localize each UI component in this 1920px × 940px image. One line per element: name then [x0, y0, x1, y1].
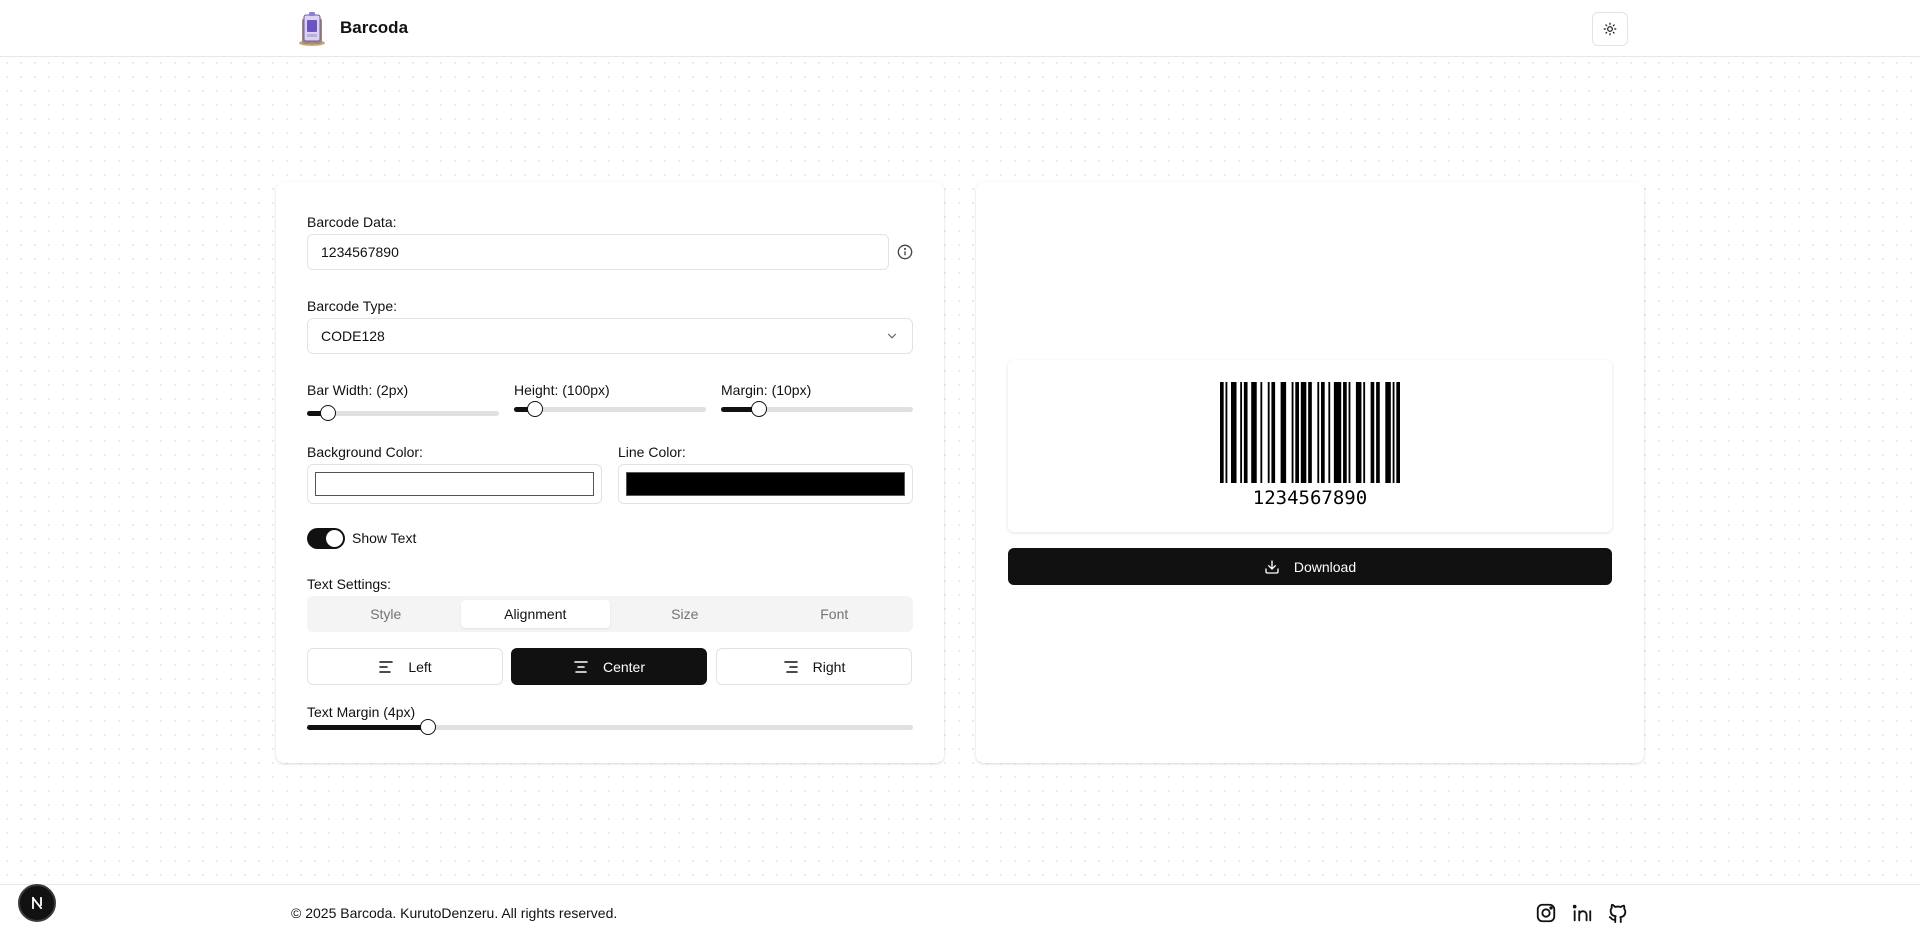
theme-toggle-button[interactable] [1592, 12, 1628, 46]
brand-name: Barcoda [340, 18, 409, 37]
slider-thumb[interactable] [420, 719, 437, 735]
barcode-bar [1240, 382, 1243, 483]
nextjs-icon [31, 896, 43, 910]
align-center-label: Center [602, 658, 646, 675]
barcode-bar [1317, 382, 1320, 483]
download-label: Download [1293, 558, 1357, 575]
tab-font[interactable]: Font [760, 600, 910, 628]
margin-slider[interactable] [721, 401, 913, 417]
barcode-bar [1280, 382, 1287, 483]
slider-fill [307, 725, 429, 730]
barcode-scanner-logo [296, 10, 328, 46]
text-settings-label: Text Settings: [307, 576, 392, 592]
brand[interactable]: Barcoda [296, 10, 408, 46]
barcode-type-select[interactable]: CODE128 [307, 318, 913, 354]
barcode-bar [1243, 382, 1248, 483]
barcode-bar [1308, 382, 1312, 483]
line-color-swatch [626, 472, 905, 496]
align-right-button[interactable]: Right [716, 648, 912, 685]
align-center-button[interactable]: Center [511, 648, 707, 685]
barcode-bar [1392, 382, 1395, 483]
align-left-icon [379, 660, 394, 673]
slider-thumb[interactable] [751, 401, 768, 417]
align-right-icon [783, 660, 798, 673]
barcode-text: 1234567890 [1252, 487, 1368, 509]
barcode-bar [1363, 382, 1366, 483]
slider-thumb[interactable] [320, 405, 337, 421]
download-button[interactable]: Download [1008, 548, 1612, 585]
nextjs-badge[interactable] [18, 884, 56, 922]
linkedin-icon[interactable] [1571, 902, 1593, 924]
bar-width-label: Bar Width: (2px) [307, 382, 409, 398]
slider-thumb[interactable] [527, 401, 544, 417]
align-left-label: Left [408, 658, 432, 675]
barcode-bar [1385, 382, 1391, 483]
barcode-bar [1348, 382, 1351, 483]
barcode-data-input[interactable]: 1234567890 [307, 234, 889, 270]
line-color-picker[interactable] [618, 464, 913, 504]
line-color-label: Line Color: [618, 444, 686, 460]
background-color-swatch [315, 472, 594, 496]
barcode-bar [1300, 382, 1307, 483]
chevron-down-icon [887, 333, 897, 339]
barcode-bar [1267, 382, 1270, 483]
barcode-type-label: Barcode Type: [307, 298, 398, 314]
barcode-bar [1328, 382, 1331, 483]
barcode-bar [1370, 382, 1375, 483]
text-margin-slider[interactable] [307, 719, 913, 735]
barcode-bar [1260, 382, 1263, 483]
barcode-bar [1271, 382, 1276, 483]
app-header: Barcoda [0, 0, 1920, 57]
show-text-label: Show Text [352, 530, 417, 546]
show-text-toggle[interactable] [307, 528, 345, 549]
barcode-bar [1396, 382, 1400, 483]
barcode-bar [1343, 382, 1347, 483]
align-left-button[interactable]: Left [307, 648, 503, 685]
barcode-image [1220, 382, 1400, 483]
margin-label: Margin: (10px) [721, 382, 812, 398]
height-label: Height: (100px) [514, 382, 610, 398]
download-icon [1265, 559, 1279, 574]
barcode-bar [1220, 382, 1224, 483]
barcode-bar [1321, 382, 1325, 483]
barcode-bar [1355, 382, 1362, 483]
barcode-bar [1251, 382, 1257, 483]
instagram-icon[interactable] [1535, 902, 1557, 924]
tab-style[interactable]: Style [311, 600, 461, 628]
align-center-icon [574, 660, 588, 673]
barcode-data-label: Barcode Data: [307, 214, 397, 230]
info-icon[interactable] [897, 244, 913, 260]
text-settings-tabs: Style Alignment Size Font [307, 596, 913, 632]
github-icon[interactable] [1607, 902, 1629, 924]
barcode-type-value: CODE128 [321, 328, 385, 344]
text-margin-label: Text Margin (4px) [307, 704, 416, 720]
sun-icon [1603, 22, 1617, 36]
tab-alignment[interactable]: Alignment [460, 600, 610, 628]
app-footer: © 2025 Barcoda. KurutoDenzeru. All right… [0, 884, 1920, 940]
height-slider[interactable] [514, 401, 706, 417]
bar-width-slider[interactable] [307, 405, 499, 421]
tab-size[interactable]: Size [610, 600, 760, 628]
barcode-bar [1376, 382, 1380, 483]
barcode-bar [1295, 382, 1299, 483]
copyright-text: © 2025 Barcoda. KurutoDenzeru. All right… [291, 905, 618, 921]
barcode-bar [1225, 382, 1228, 483]
barcode-bar [1231, 382, 1237, 483]
barcode-bar [1333, 382, 1342, 483]
align-right-label: Right [812, 658, 846, 675]
background-color-label: Background Color: [307, 444, 423, 460]
barcode-bar [1291, 382, 1294, 483]
background-color-picker[interactable] [307, 464, 602, 504]
